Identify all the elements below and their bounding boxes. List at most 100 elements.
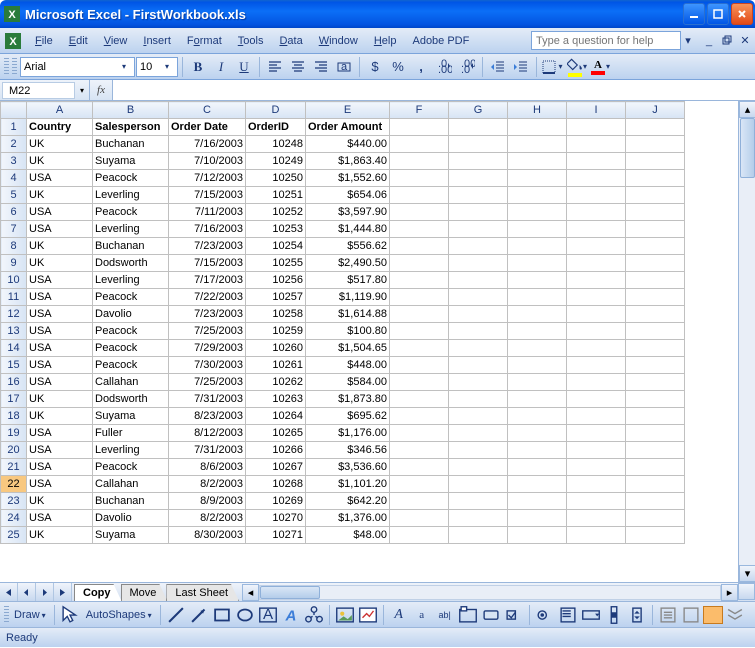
cell[interactable]: 7/16/2003 [169,221,246,238]
cell[interactable] [567,204,626,221]
column-header-F[interactable]: F [390,102,449,119]
cell[interactable]: $48.00 [306,527,390,544]
cell[interactable] [390,221,449,238]
cell[interactable] [449,459,508,476]
cell[interactable] [390,493,449,510]
cell[interactable]: 10270 [246,510,306,527]
cell[interactable] [390,272,449,289]
cell[interactable] [449,357,508,374]
column-header-H[interactable]: H [508,102,567,119]
cell[interactable]: USA [27,204,93,221]
menu-view[interactable]: View [96,32,136,50]
cell[interactable]: Davolio [93,306,169,323]
cell[interactable]: 8/30/2003 [169,527,246,544]
percent-button[interactable]: % [387,56,409,78]
cell[interactable]: $3,597.90 [306,204,390,221]
cell[interactable] [626,391,685,408]
cell[interactable]: Order Date [169,119,246,136]
cell[interactable]: 7/22/2003 [169,289,246,306]
cell[interactable] [626,476,685,493]
cell[interactable]: UK [27,391,93,408]
cell[interactable] [508,408,567,425]
cell[interactable]: 7/25/2003 [169,374,246,391]
cell[interactable] [508,306,567,323]
cell[interactable] [390,510,449,527]
cell[interactable]: 10259 [246,323,306,340]
cell[interactable] [449,153,508,170]
cell[interactable] [390,238,449,255]
cell[interactable]: UK [27,187,93,204]
row-header-24[interactable]: 24 [1,510,27,527]
cell[interactable] [449,391,508,408]
cell[interactable] [508,136,567,153]
cell[interactable] [508,493,567,510]
cell[interactable]: 10251 [246,187,306,204]
cell[interactable] [626,289,685,306]
cell[interactable]: USA [27,442,93,459]
cell[interactable] [508,238,567,255]
cell[interactable]: 8/23/2003 [169,408,246,425]
scroll-up-button[interactable]: ▴ [739,101,755,118]
column-header-E[interactable]: E [306,102,390,119]
cell[interactable]: 7/23/2003 [169,306,246,323]
cell[interactable]: USA [27,306,93,323]
insert-diagram-button[interactable] [303,604,325,626]
cell[interactable] [449,476,508,493]
cell[interactable]: $1,873.80 [306,391,390,408]
fx-button[interactable]: fx [90,84,112,96]
cell[interactable]: Davolio [93,510,169,527]
column-header-D[interactable]: D [246,102,306,119]
cell[interactable] [567,340,626,357]
cell[interactable] [508,187,567,204]
cell[interactable] [626,255,685,272]
cell[interactable]: 8/6/2003 [169,459,246,476]
select-objects-button[interactable] [59,604,81,626]
cell[interactable]: $1,863.40 [306,153,390,170]
cell[interactable] [449,442,508,459]
option-button-control-button[interactable] [534,604,556,626]
cell[interactable]: 10262 [246,374,306,391]
group-box-button[interactable] [457,604,479,626]
cell[interactable] [508,459,567,476]
cell[interactable]: 7/31/2003 [169,391,246,408]
cell[interactable] [390,357,449,374]
cell[interactable]: 10268 [246,476,306,493]
scroll-right-button[interactable]: ▸ [721,584,738,601]
cell[interactable]: 7/15/2003 [169,187,246,204]
cell[interactable]: $448.00 [306,357,390,374]
mdi-minimize-button[interactable]: _ [701,33,717,49]
row-header-5[interactable]: 5 [1,187,27,204]
cell[interactable] [567,119,626,136]
font-style-aa-button[interactable]: a [411,604,433,626]
cell[interactable]: $440.00 [306,136,390,153]
cell[interactable] [508,527,567,544]
cell[interactable] [567,187,626,204]
cell[interactable] [626,357,685,374]
cell[interactable] [449,272,508,289]
cell[interactable] [626,204,685,221]
cell[interactable]: $642.20 [306,493,390,510]
comma-style-button[interactable]: , [410,56,432,78]
cell[interactable]: $1,176.00 [306,425,390,442]
row-header-16[interactable]: 16 [1,374,27,391]
horizontal-scrollbar[interactable]: ◂ ▸ [242,583,738,601]
cell[interactable] [508,425,567,442]
cell[interactable] [390,323,449,340]
textbox-button[interactable]: A [257,604,279,626]
menu-data[interactable]: Data [271,32,310,50]
scroll-left-button[interactable]: ◂ [242,584,259,601]
row-header-7[interactable]: 7 [1,221,27,238]
cell[interactable]: $1,552.60 [306,170,390,187]
cell[interactable] [626,323,685,340]
row-header-13[interactable]: 13 [1,323,27,340]
cell[interactable] [449,204,508,221]
cell[interactable]: 7/25/2003 [169,323,246,340]
row-header-1[interactable]: 1 [1,119,27,136]
cell[interactable]: Peacock [93,340,169,357]
cell[interactable] [567,527,626,544]
toolbar-grip-2[interactable] [12,58,17,76]
cell[interactable] [390,340,449,357]
decrease-indent-button[interactable] [487,56,509,78]
cell[interactable]: 7/11/2003 [169,204,246,221]
row-header-3[interactable]: 3 [1,153,27,170]
